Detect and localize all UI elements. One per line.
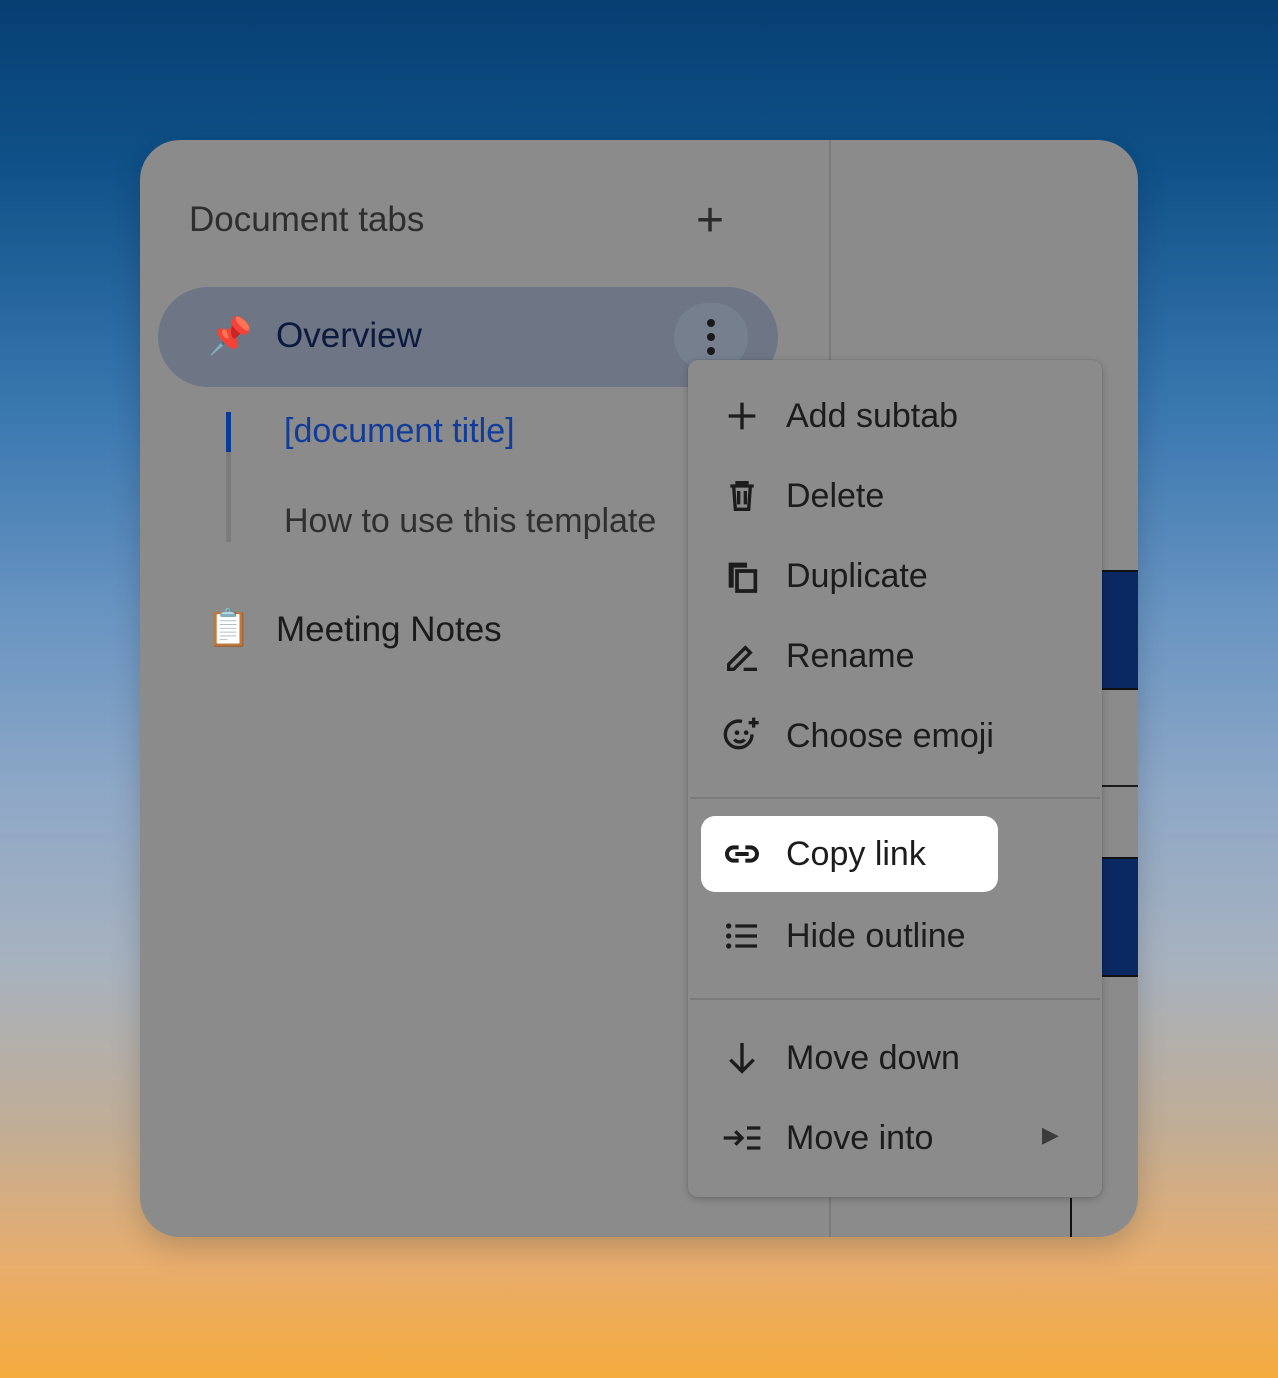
menu-item-label: Add subtab (786, 397, 959, 435)
menu-item-rename[interactable]: Rename (688, 618, 1102, 694)
move-into-icon (722, 1118, 762, 1158)
more-vert-icon (707, 347, 715, 355)
menu-item-duplicate[interactable]: Duplicate (688, 538, 1102, 614)
menu-item-hide-outline[interactable]: Hide outline (688, 898, 1102, 974)
duplicate-icon (722, 556, 762, 596)
menu-separator (690, 797, 1100, 799)
pushpin-emoji-icon: 📌 (208, 315, 253, 356)
menu-item-label: Delete (786, 477, 885, 515)
subtab-how-to-use[interactable]: How to use this template (284, 502, 656, 541)
more-vert-icon (707, 333, 715, 341)
tab-meeting-notes[interactable]: Meeting Notes (276, 610, 502, 650)
menu-item-label: Hide outline (786, 917, 966, 955)
document-table-block (1100, 857, 1138, 977)
menu-item-copy-link[interactable]: Copy link (688, 816, 1102, 892)
tab-context-menu: Add subtab Delete Duplicate Rename Choos… (688, 360, 1102, 1197)
link-icon (722, 834, 762, 874)
add-tab-button[interactable]: + (685, 196, 735, 246)
menu-item-label: Duplicate (786, 557, 928, 595)
menu-item-add-subtab[interactable]: Add subtab (688, 378, 1102, 454)
document-table-line (1070, 1198, 1072, 1237)
menu-item-label: Rename (786, 637, 915, 675)
arrow-down-icon (722, 1038, 762, 1078)
emoji-add-icon (722, 716, 762, 756)
submenu-arrow-icon: ▶ (1042, 1122, 1059, 1147)
menu-item-label: Choose emoji (786, 717, 994, 755)
menu-item-label: Move into (786, 1119, 934, 1157)
clipboard-emoji-icon: 📋 (206, 607, 251, 648)
menu-item-delete[interactable]: Delete (688, 458, 1102, 534)
menu-item-label: Copy link (786, 835, 926, 873)
menu-item-label: Move down (786, 1039, 960, 1077)
subtab-document-title[interactable]: [document title] (284, 412, 515, 451)
plus-icon (722, 396, 762, 436)
list-icon (722, 916, 762, 956)
panel-title: Document tabs (189, 200, 425, 239)
menu-item-choose-emoji[interactable]: Choose emoji (688, 698, 1102, 774)
document-table-line (1100, 785, 1138, 787)
trash-icon (722, 476, 762, 516)
rename-pen-icon (722, 636, 762, 676)
menu-item-move-down[interactable]: Move down (688, 1020, 1102, 1096)
menu-item-move-into[interactable]: Move into ▶ (688, 1100, 1102, 1176)
subtab-active-indicator (226, 412, 231, 452)
document-table-block (1100, 570, 1138, 690)
tab-overview-label: Overview (276, 316, 422, 355)
more-vert-icon (707, 319, 715, 327)
menu-separator (690, 998, 1100, 1000)
